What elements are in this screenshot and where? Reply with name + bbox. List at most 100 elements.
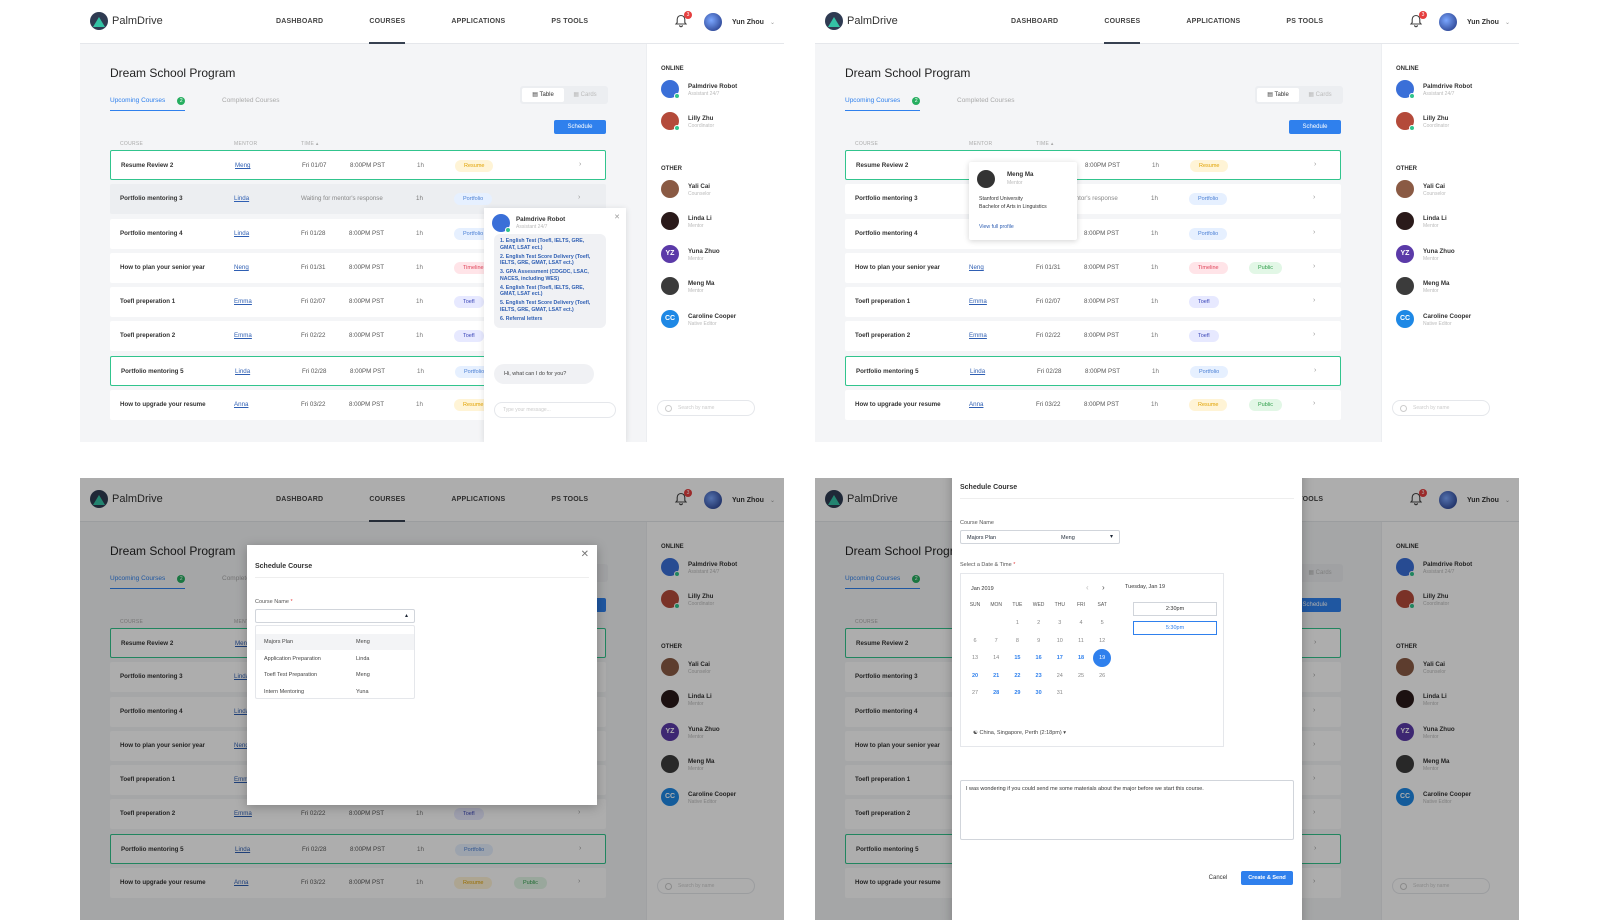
timezone-select[interactable]: ☯ China, Singapore, Perth (2:18pm) ▾ (973, 730, 1066, 736)
course-option[interactable]: Intern Mentoring Yuna (256, 684, 414, 700)
contact-item[interactable]: Palmdrive Robot Assistant 24/7 (1396, 80, 1516, 104)
table-row[interactable]: Portfolio mentoring 4 Linda Fri 01/288:0… (845, 218, 1341, 249)
create-send-button[interactable]: Create & Send (1241, 871, 1293, 885)
chevron-right-icon[interactable]: › (1313, 297, 1315, 304)
calendar-day[interactable]: 8 (1007, 638, 1027, 644)
schedule-button[interactable]: Schedule (554, 120, 606, 134)
table-row[interactable]: Resume Review 2 Meng Fri 01/078:00PM PST… (110, 150, 606, 180)
calendar-day[interactable]: 5 (1092, 620, 1112, 626)
mentor-link[interactable]: Neng (969, 264, 984, 271)
calendar-day[interactable]: 19 (1093, 649, 1112, 667)
calendar-day[interactable]: 26 (1092, 673, 1112, 679)
calendar-day[interactable]: 16 (1029, 655, 1049, 661)
contact-item[interactable]: Yali Cai Counselor (661, 180, 781, 204)
chevron-right-icon[interactable]: › (1313, 229, 1315, 236)
course-select[interactable]: ▴ (255, 609, 415, 623)
column-header-time[interactable]: TIME ▴ (301, 141, 319, 147)
contact-item[interactable]: Lilly Zhu Coordinator (661, 112, 781, 136)
calendar-day[interactable]: 31 (1050, 690, 1070, 696)
calendar-day[interactable]: 21 (986, 673, 1006, 679)
calendar-day[interactable]: 28 (986, 690, 1006, 696)
view-cards-button[interactable]: ▦ Cards (1299, 88, 1341, 102)
course-option[interactable]: Toefl Test Preparation Meng (256, 667, 414, 683)
time-slot-button[interactable]: 2:30pm (1133, 602, 1217, 616)
calendar-day[interactable]: 20 (965, 673, 985, 679)
tab-upcoming[interactable]: Upcoming Courses 2 (845, 97, 921, 111)
nav-link-courses[interactable]: COURSES (1104, 0, 1141, 44)
chevron-right-icon[interactable]: › (1314, 367, 1316, 374)
mentor-link[interactable]: Linda (234, 195, 249, 202)
course-select[interactable]: Majors Plan Meng ▾ (960, 530, 1120, 544)
mentor-link[interactable]: Anna (234, 401, 248, 408)
chevron-right-icon[interactable]: › (1313, 331, 1315, 338)
mentor-link[interactable]: Anna (969, 401, 983, 408)
table-row[interactable]: Resume Review 2 Meng Fri 01/078:00PM PST… (845, 150, 1341, 180)
calendar-day[interactable]: 22 (1007, 673, 1027, 679)
cancel-button[interactable]: Cancel (1198, 871, 1238, 885)
calendar-day[interactable]: 27 (965, 690, 985, 696)
calendar-day[interactable]: 1 (1007, 620, 1027, 626)
mentor-link[interactable]: Linda (970, 368, 985, 375)
tab-completed[interactable]: Completed Courses (957, 97, 1014, 104)
logo[interactable]: PalmDrive (825, 12, 898, 30)
mentor-link[interactable]: Emma (234, 332, 252, 339)
contact-item[interactable]: YZ Yuna Zhuo Mentor (1396, 244, 1516, 269)
username[interactable]: Yun Zhou (1467, 19, 1499, 26)
calendar-day[interactable]: 29 (1007, 690, 1027, 696)
calendar-day[interactable]: 14 (986, 655, 1006, 661)
prev-month-icon[interactable]: ‹ (1086, 583, 1089, 592)
logo[interactable]: PalmDrive (90, 12, 163, 30)
view-table-button[interactable]: ▤ Table (1257, 88, 1299, 102)
calendar-day[interactable]: 30 (1029, 690, 1049, 696)
table-row[interactable]: Portfolio mentoring 5 Linda Fri 02/28 8:0… (845, 355, 1341, 386)
contact-item[interactable]: Linda Li Mentor (1396, 212, 1516, 236)
calendar-day[interactable]: 23 (1029, 673, 1049, 679)
calendar-day[interactable]: 18 (1071, 655, 1091, 661)
chevron-right-icon[interactable]: › (1313, 400, 1315, 407)
column-header-time[interactable]: TIME ▴ (1036, 141, 1054, 147)
nav-link-ps-tools[interactable]: PS TOOLS (1286, 0, 1323, 44)
calendar-day[interactable]: 9 (1029, 638, 1049, 644)
close-icon[interactable]: ✕ (614, 213, 620, 221)
view-table-button[interactable]: ▤ Table (522, 88, 564, 102)
contact-item[interactable]: Meng Ma Mentor (1396, 277, 1516, 301)
next-month-icon[interactable]: › (1102, 583, 1105, 592)
calendar-day[interactable]: 25 (1071, 673, 1091, 679)
mentor-link[interactable]: Emma (234, 298, 252, 305)
mentor-link[interactable]: Emma (969, 298, 987, 305)
message-textarea[interactable]: I was wondering if you could send me som… (960, 780, 1294, 840)
chevron-down-icon[interactable]: ⌄ (1505, 19, 1510, 26)
chevron-right-icon[interactable]: › (1313, 263, 1315, 270)
schedule-button[interactable]: Schedule (1289, 120, 1341, 134)
username[interactable]: Yun Zhou (732, 19, 764, 26)
table-row[interactable]: How to plan your senior year Neng Fri 01… (845, 252, 1341, 283)
close-icon[interactable]: ✕ (581, 549, 589, 560)
close-icon[interactable]: ✕ (1286, 478, 1294, 481)
table-row[interactable]: Toefl preperation 2 Emma Fri 02/22 8:00PM… (845, 321, 1341, 352)
calendar-day[interactable]: 10 (1050, 638, 1070, 644)
chevron-right-icon[interactable]: › (578, 194, 580, 201)
calendar-day[interactable]: 6 (965, 638, 985, 644)
mentor-link[interactable]: Linda (235, 368, 250, 375)
nav-link-applications[interactable]: APPLICATIONS (1186, 0, 1240, 44)
nav-link-ps-tools[interactable]: PS TOOLS (551, 0, 588, 44)
course-option[interactable]: Majors Plan Meng (256, 634, 414, 650)
tab-upcoming[interactable]: Upcoming Courses 2 (110, 97, 186, 111)
view-cards-button[interactable]: ▦ Cards (564, 88, 606, 102)
calendar-day[interactable]: 3 (1050, 620, 1070, 626)
chevron-down-icon[interactable]: ⌄ (770, 19, 775, 26)
calendar-day[interactable]: 11 (1071, 638, 1091, 644)
time-slot-button[interactable]: 5:30pm (1133, 621, 1217, 635)
contact-item[interactable]: Lilly Zhu Coordinator (1396, 112, 1516, 136)
course-option[interactable]: Application Preparation Linda (256, 651, 414, 667)
calendar-day[interactable]: 7 (986, 638, 1006, 644)
table-row[interactable]: Portfolio mentoring 3 Linda Waiting for … (845, 184, 1341, 215)
contact-search-input[interactable]: Search by name (657, 400, 755, 416)
contact-search-input[interactable]: Search by name (1392, 400, 1490, 416)
user-avatar[interactable] (1439, 13, 1457, 31)
calendar-day[interactable]: 17 (1050, 655, 1070, 661)
user-avatar[interactable] (704, 13, 722, 31)
contact-item[interactable]: CC Caroline Cooper Native Editor (661, 309, 781, 334)
nav-link-applications[interactable]: APPLICATIONS (451, 0, 505, 44)
chevron-right-icon[interactable]: › (1314, 161, 1316, 168)
